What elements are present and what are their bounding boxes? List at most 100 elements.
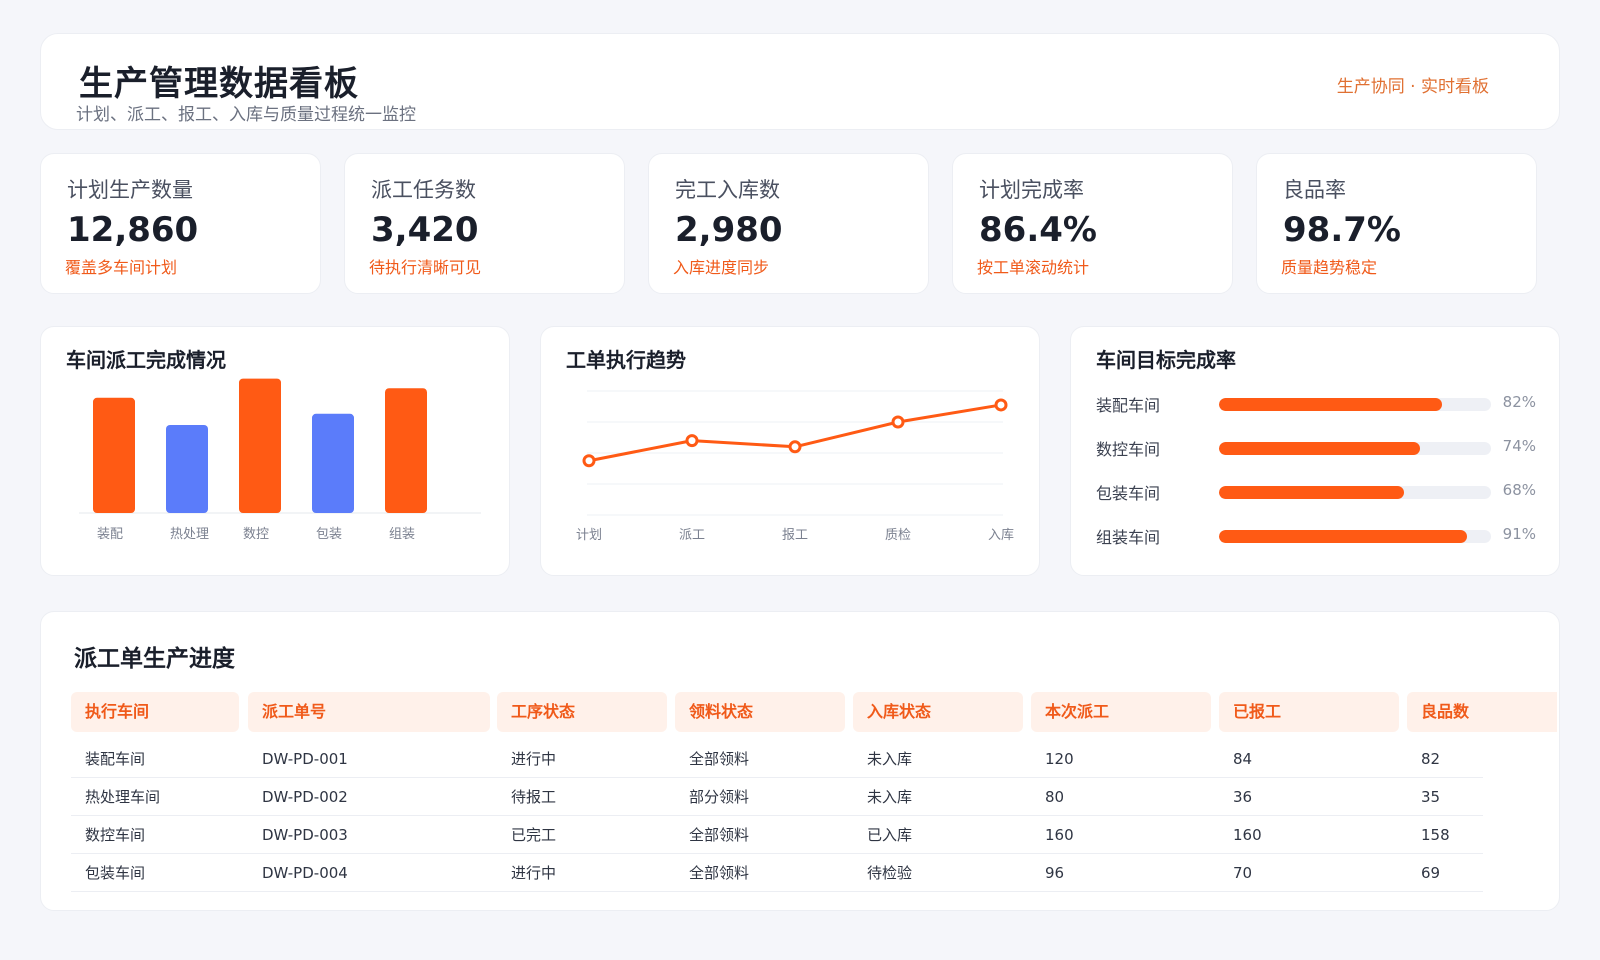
- kpi-note: 待执行清晰可见: [369, 258, 482, 277]
- cell-dispatch-qty: 96: [1045, 864, 1065, 882]
- kpi-label: 完工入库数: [675, 178, 780, 202]
- cell-process-status: 已完工: [511, 826, 557, 844]
- table-row[interactable]: 包装车间 DW-PD-004 进行中 全部领料 待检验 96 70 69: [71, 854, 1483, 892]
- kpi-card-planned-qty: 计划生产数量 12,860 覆盖多车间计划: [40, 153, 321, 294]
- cell-workshop: 热处理车间: [85, 788, 161, 806]
- cell-order-no: DW-PD-003: [262, 826, 348, 844]
- cell-material-status: 全部领料: [689, 864, 750, 882]
- kpi-label: 良品率: [1283, 178, 1346, 202]
- bar-数控: [239, 378, 281, 513]
- dispatch-progress-table-card: 派工单生产进度 执行车间 派工单号 工序状态 领料状态 入库状态 本次派工 已报…: [40, 611, 1560, 911]
- cell-good-qty: 158: [1421, 826, 1450, 844]
- progress-row-packaging: 包装车间 68%: [1096, 480, 1536, 504]
- cell-order-no: DW-PD-002: [262, 788, 348, 806]
- progress-track: [1219, 486, 1491, 499]
- kpi-value: 98.7%: [1283, 210, 1401, 250]
- cell-stock-in-status: 未入库: [867, 750, 913, 768]
- cell-good-qty: 69: [1421, 864, 1441, 882]
- column-header-dispatch-qty[interactable]: 本次派工: [1031, 692, 1211, 732]
- table-row[interactable]: 数控车间 DW-PD-003 已完工 全部领料 已入库 160 160 158: [71, 816, 1483, 854]
- progress-percent: 82%: [1502, 393, 1536, 411]
- kpi-note: 质量趋势稳定: [1281, 258, 1378, 277]
- x-tick-label: 数控: [243, 527, 269, 542]
- workshop-target-panel: 车间目标完成率 装配车间 82% 数控车间 74% 包装车间 68% 组装车间 …: [1070, 326, 1560, 576]
- cell-workshop: 包装车间: [85, 864, 146, 882]
- column-header-order-no[interactable]: 派工单号: [248, 692, 490, 732]
- page-title: 生产管理数据看板: [79, 64, 359, 104]
- progress-label: 包装车间: [1096, 484, 1161, 503]
- cell-reported-qty: 36: [1233, 788, 1253, 806]
- realtime-badge: 生产协同 · 实时看板: [1336, 77, 1489, 97]
- kpi-card-completed-stock-in: 完工入库数 2,980 入库进度同步: [648, 153, 929, 294]
- progress-percent: 74%: [1502, 437, 1536, 455]
- progress-label: 数控车间: [1096, 440, 1161, 459]
- kpi-note: 入库进度同步: [673, 258, 770, 277]
- data-point-报工: [788, 440, 802, 454]
- dispatch-bar-chart: 装配 热处理 数控 包装 组装: [79, 378, 481, 542]
- page-subtitle: 计划、派工、报工、入库与质量过程统一监控: [76, 105, 416, 125]
- cell-reported-qty: 70: [1233, 864, 1253, 882]
- cell-material-status: 部分领料: [689, 788, 750, 806]
- cell-process-status: 进行中: [511, 750, 557, 768]
- data-point-入库: [994, 398, 1008, 412]
- column-header-process-status[interactable]: 工序状态: [497, 692, 667, 732]
- kpi-card-yield-rate: 良品率 98.7% 质量趋势稳定: [1256, 153, 1537, 294]
- work-order-trend-panel: 工单执行趋势 计划 派工 报工 质检 入库: [540, 326, 1040, 576]
- progress-label: 组装车间: [1096, 528, 1161, 547]
- cell-order-no: DW-PD-001: [262, 750, 348, 768]
- dashboard-header: 生产管理数据看板 计划、派工、报工、入库与质量过程统一监控 生产协同 · 实时看…: [40, 33, 1560, 130]
- panel-title: 车间目标完成率: [1096, 348, 1236, 372]
- data-point-质检: [891, 415, 905, 429]
- bar-组装: [385, 388, 427, 513]
- cell-workshop: 装配车间: [85, 750, 146, 768]
- cell-good-qty: 82: [1421, 750, 1441, 768]
- progress-track: [1219, 530, 1491, 543]
- progress-track: [1219, 442, 1491, 455]
- cell-material-status: 全部领料: [689, 750, 750, 768]
- progress-fill: [1219, 530, 1467, 543]
- x-tick-label: 入库: [988, 527, 1014, 543]
- bar-装配: [93, 397, 135, 513]
- table-row[interactable]: 热处理车间 DW-PD-002 待报工 部分领料 未入库 80 36 35: [71, 778, 1483, 816]
- cell-process-status: 进行中: [511, 864, 557, 882]
- column-header-reported-qty[interactable]: 已报工: [1219, 692, 1399, 732]
- data-point-计划: [582, 454, 596, 468]
- progress-percent: 91%: [1502, 525, 1536, 543]
- cell-good-qty: 35: [1421, 788, 1441, 806]
- x-tick-label: 装配: [97, 527, 123, 542]
- column-header-good-qty[interactable]: 良品数: [1407, 692, 1557, 732]
- x-tick-label: 包装: [316, 527, 342, 542]
- cell-workshop: 数控车间: [85, 826, 146, 844]
- cell-material-status: 全部领料: [689, 826, 750, 844]
- column-header-workshop[interactable]: 执行车间: [71, 692, 239, 732]
- progress-fill: [1219, 398, 1443, 411]
- x-tick-label: 质检: [885, 528, 911, 543]
- cell-reported-qty: 84: [1233, 750, 1253, 768]
- x-tick-label: 组装: [389, 527, 415, 542]
- progress-track: [1219, 398, 1491, 411]
- cell-process-status: 待报工: [511, 788, 557, 806]
- cell-stock-in-status: 未入库: [867, 788, 913, 806]
- kpi-note: 按工单滚动统计: [977, 258, 1090, 277]
- x-tick-label: 计划: [576, 528, 602, 543]
- cell-stock-in-status: 待检验: [867, 864, 913, 882]
- kpi-label: 计划完成率: [979, 178, 1084, 202]
- progress-percent: 68%: [1502, 481, 1536, 499]
- x-tick-label: 热处理: [170, 527, 209, 542]
- kpi-value: 12,860: [67, 210, 199, 250]
- table-row[interactable]: 装配车间 DW-PD-001 进行中 全部领料 未入库 120 84 82: [71, 740, 1483, 778]
- kpi-card-dispatch-tasks: 派工任务数 3,420 待执行清晰可见: [344, 153, 625, 294]
- bar-热处理: [166, 425, 208, 513]
- cell-dispatch-qty: 120: [1045, 750, 1074, 768]
- column-header-stock-in-status[interactable]: 入库状态: [853, 692, 1023, 732]
- progress-row-final-assembly: 组装车间 91%: [1096, 524, 1536, 548]
- x-tick-label: 报工: [782, 528, 808, 543]
- cell-reported-qty: 160: [1233, 826, 1262, 844]
- column-header-material-status[interactable]: 领料状态: [675, 692, 845, 732]
- progress-row-assembly: 装配车间 82%: [1096, 392, 1536, 416]
- progress-fill: [1219, 442, 1421, 455]
- cell-dispatch-qty: 80: [1045, 788, 1065, 806]
- kpi-value: 2,980: [675, 210, 783, 250]
- cell-stock-in-status: 已入库: [867, 826, 913, 844]
- kpi-label: 计划生产数量: [67, 178, 193, 202]
